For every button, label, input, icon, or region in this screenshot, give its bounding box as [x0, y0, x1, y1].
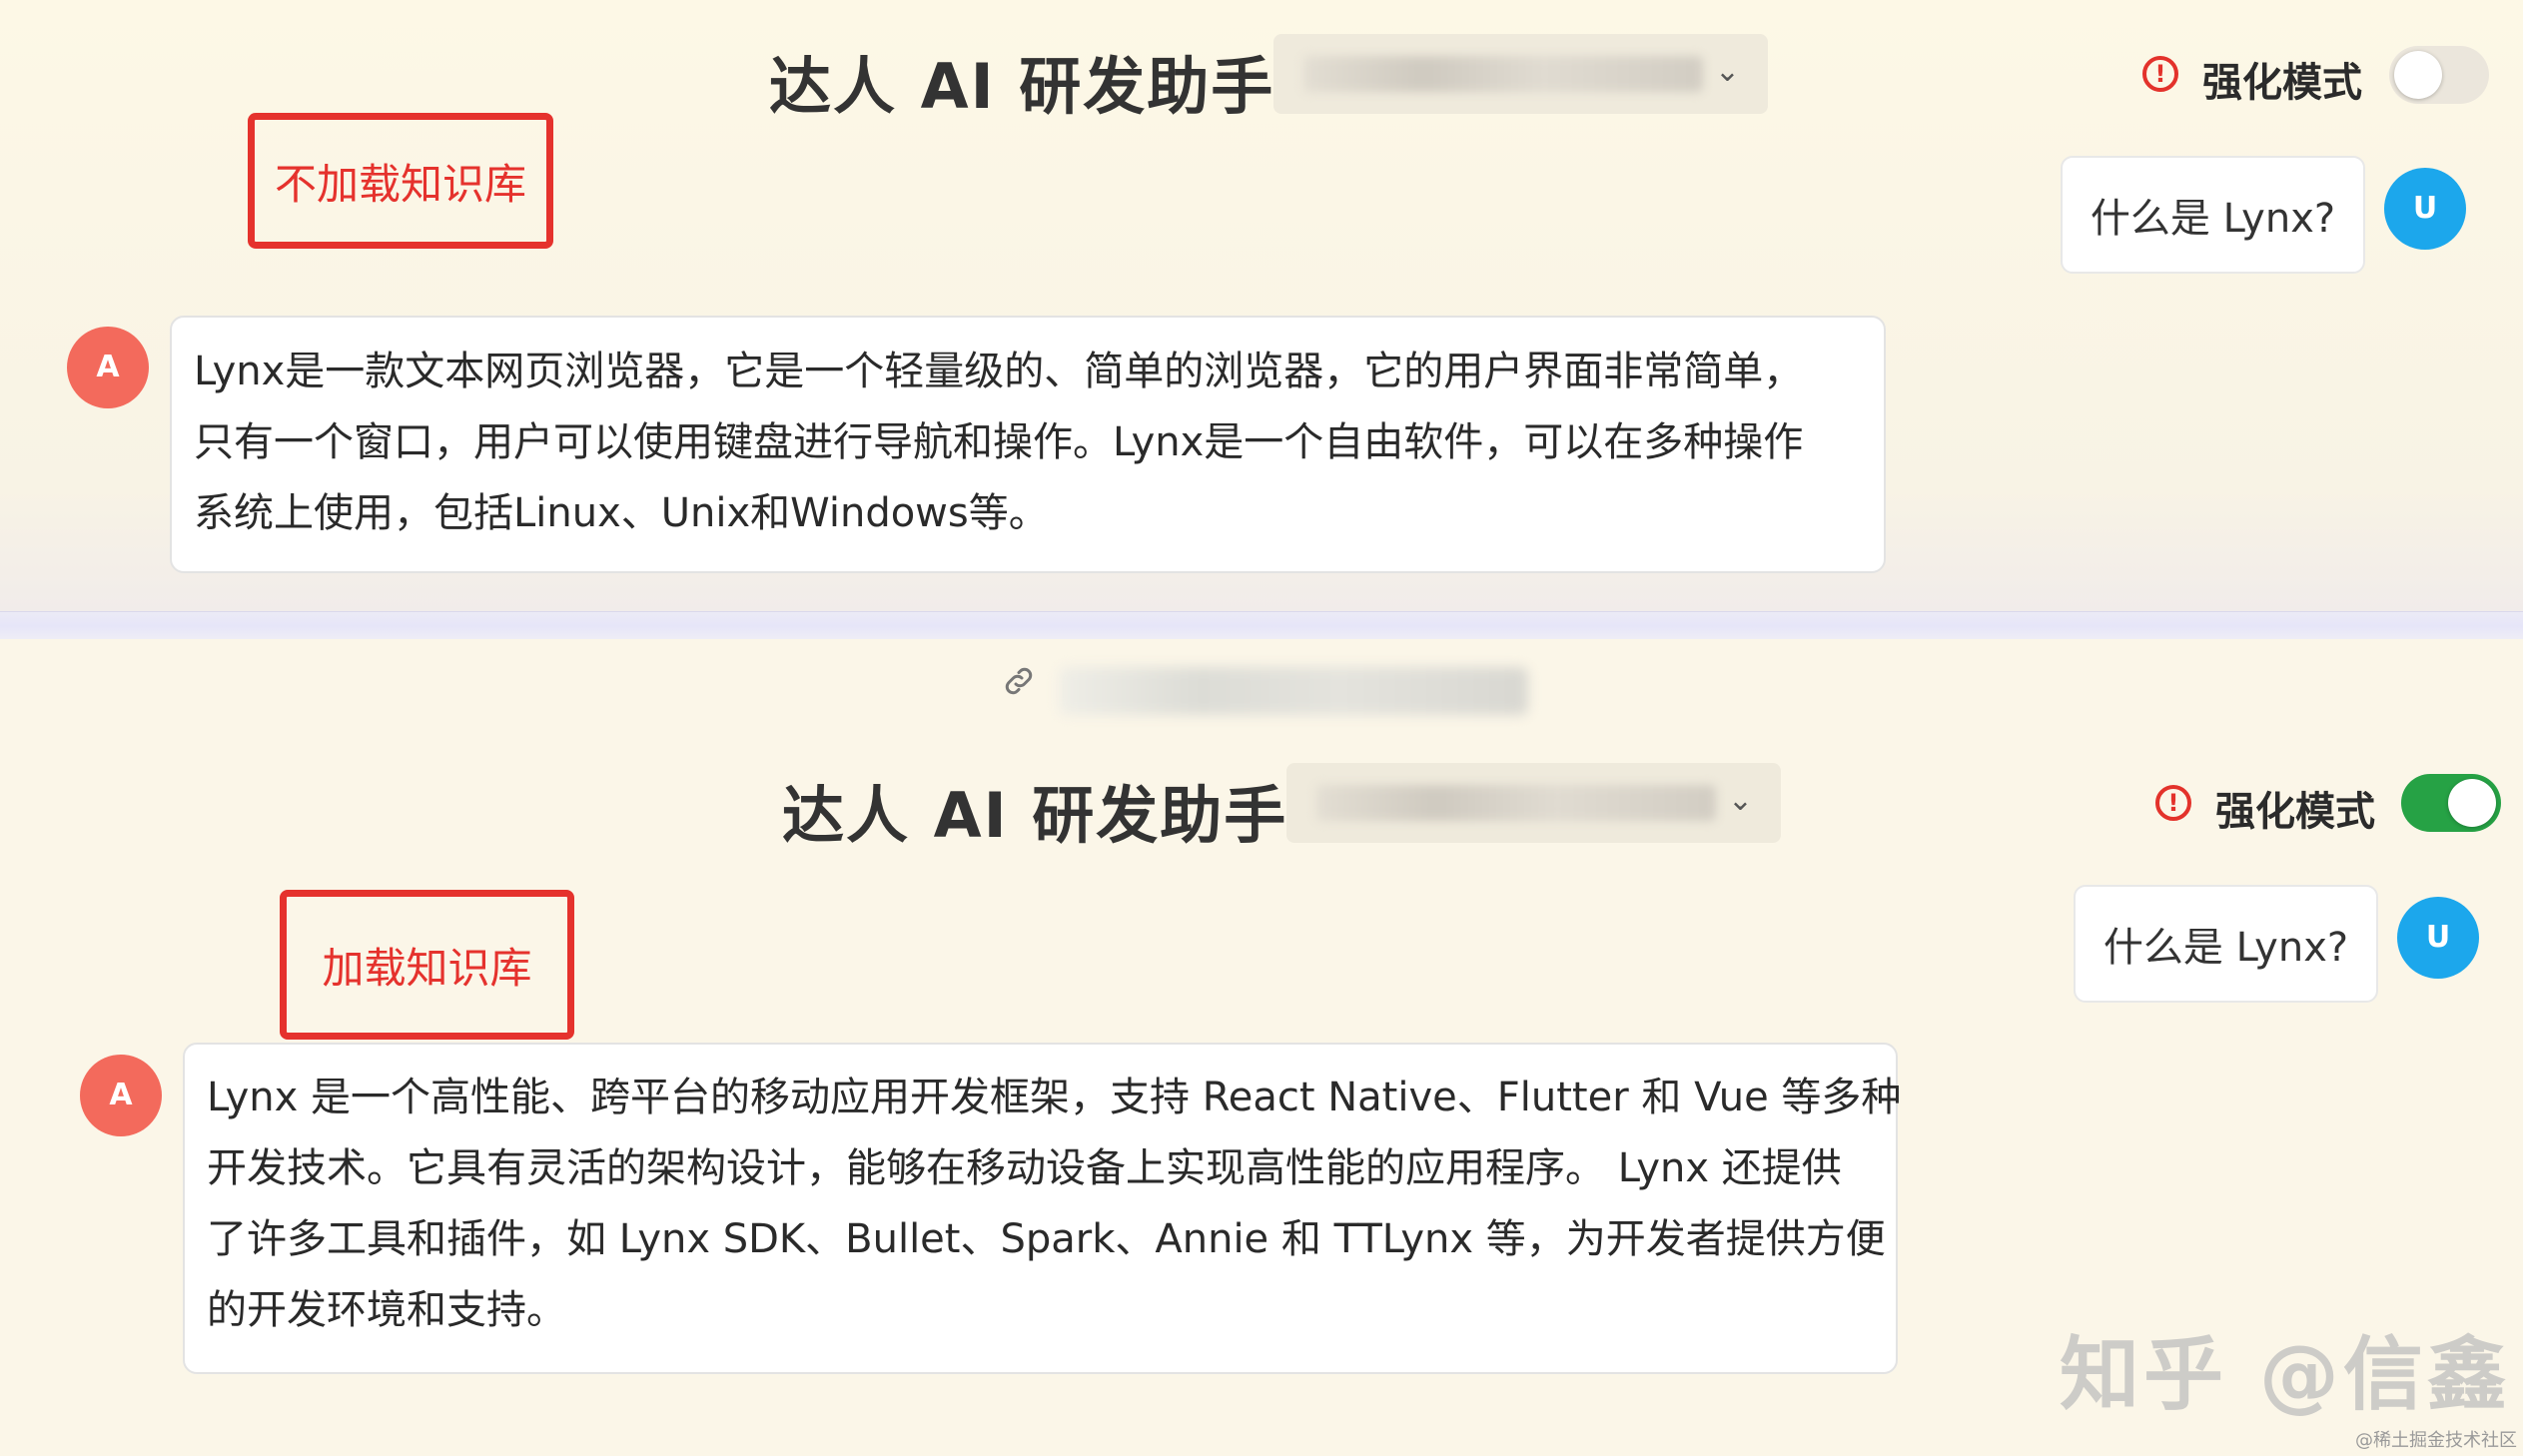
link-icon — [1005, 667, 1033, 695]
user-avatar: U — [2397, 897, 2479, 979]
model-select-value-redacted — [1316, 785, 1716, 821]
answer-line: Lynx 是一个高性能、跨平台的移动应用开发框架，支持 React Native… — [207, 1075, 1902, 1120]
zhihu-watermark: 知乎 @信鑫 — [2060, 1328, 2511, 1421]
user-message: 什么是 Lynx? — [2074, 885, 2378, 1003]
assistant-avatar: A — [67, 327, 149, 408]
chevron-down-icon: ⌄ — [1714, 54, 1740, 89]
answer-line: 了许多工具和插件，如 Lynx SDK、Bullet、Spark、Annie 和… — [207, 1216, 1886, 1262]
warning-icon: ! — [2142, 56, 2178, 92]
annotation-knowledge-base: 加载知识库 — [280, 890, 574, 1040]
enhanced-mode-toggle[interactable] — [2389, 46, 2489, 104]
juejin-footer-watermark: @稀土掘金技术社区 — [2355, 1430, 2517, 1451]
answer-line: 开发技术。它具有灵活的架构设计，能够在移动设备上实现高性能的应用程序。 Lynx… — [207, 1145, 1842, 1191]
app-title: 达人 AI 研发助手 — [769, 50, 1275, 123]
user-message: 什么是 Lynx? — [2061, 156, 2365, 274]
app-title: 达人 AI 研发助手 — [782, 779, 1288, 852]
assistant-message: Lynx是一款文本网页浏览器，它是一个轻量级的、简单的浏览器，它的用户界面非常简… — [170, 316, 1886, 573]
chevron-down-icon: ⌄ — [1727, 783, 1753, 818]
assistant-message: Lynx 是一个高性能、跨平台的移动应用开发框架，支持 React Native… — [183, 1043, 1902, 1374]
enhanced-mode-toggle[interactable] — [2401, 774, 2501, 832]
answer-line: 只有一个窗口，用户可以使用键盘进行导航和操作。Lynx是一个自由软件，可以在多种… — [194, 419, 1804, 465]
toggle-knob — [2448, 779, 2496, 827]
enhanced-mode-label: 强化模式 — [2202, 60, 2362, 106]
answer-line: Lynx是一款文本网页浏览器，它是一个轻量级的、简单的浏览器，它的用户界面非常简… — [194, 349, 1804, 394]
chat-panel-no-knowledge: 达人 AI 研发助手 ⌄ ! 强化模式 不加载知识库 什么是 Lynx? U A… — [0, 0, 2523, 611]
toggle-knob — [2394, 51, 2442, 99]
user-avatar: U — [2384, 168, 2466, 250]
answer-line: 系统上使用，包括Linux、Unix和Windows等。 — [194, 490, 1049, 536]
assistant-avatar: A — [80, 1055, 162, 1136]
annotation-no-knowledge-base: 不加载知识库 — [248, 113, 553, 249]
panel-divider — [0, 611, 2523, 641]
model-select-value-redacted — [1303, 56, 1703, 92]
warning-icon: ! — [2155, 785, 2191, 821]
answer-line: 的开发环境和支持。 — [207, 1287, 566, 1333]
model-select[interactable]: ⌄ — [1273, 34, 1768, 114]
model-select[interactable]: ⌄ — [1286, 763, 1781, 843]
enhanced-mode-label: 强化模式 — [2215, 789, 2375, 835]
url-redacted — [1059, 667, 1528, 715]
